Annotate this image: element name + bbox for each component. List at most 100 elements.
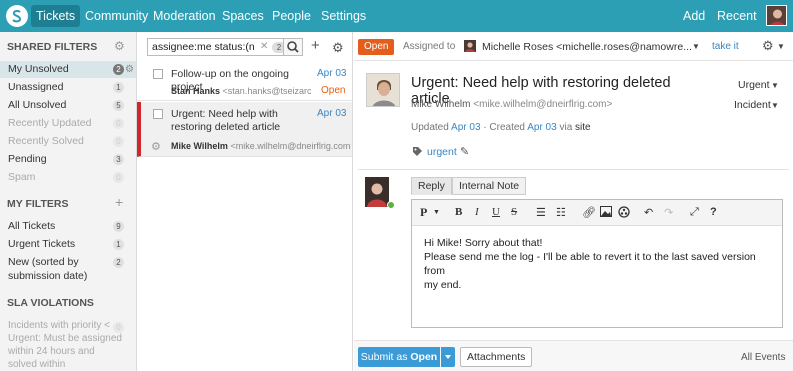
tab-internal-note[interactable]: Internal Note xyxy=(452,177,527,195)
requester-name[interactable]: Mike Wilhelm xyxy=(411,99,470,110)
filter-label: My Unsolved xyxy=(8,63,69,75)
ticket-menu-dropdown-icon[interactable]: ▼ xyxy=(777,42,785,51)
redo-icon[interactable]: ↷ xyxy=(664,206,673,219)
link-icon[interactable]: 🔗︎ xyxy=(582,206,596,219)
row-checkbox[interactable] xyxy=(153,69,163,79)
my-filters-heading: MY FILTERS xyxy=(7,198,69,210)
image-icon[interactable] xyxy=(600,206,612,220)
filter-count: 1 xyxy=(113,239,124,250)
priority-select[interactable]: Urgent xyxy=(738,79,770,91)
strikethrough-icon[interactable]: S xyxy=(511,206,517,218)
shared-filters-gear-icon[interactable]: ⚙ xyxy=(114,39,125,53)
search-input[interactable] xyxy=(152,40,257,54)
filter-count: 2 xyxy=(113,64,124,75)
ticket-date: Apr 03 xyxy=(317,68,347,79)
tab-reply[interactable]: Reply xyxy=(411,177,452,195)
created-date[interactable]: Apr 03 xyxy=(527,122,556,133)
nav-moderation[interactable]: Moderation xyxy=(153,0,216,32)
search-button[interactable] xyxy=(283,38,303,56)
tag-urgent[interactable]: urgent xyxy=(427,146,457,158)
ticket-list-panel: ✕ 2 + ⚙ Follow-up on the ongoing project… xyxy=(137,32,353,371)
filter-label: Spam xyxy=(8,171,36,183)
table-row-selected[interactable]: Urgent: Need help with restoring deleted… xyxy=(137,102,352,157)
all-events-link[interactable]: All Events xyxy=(741,352,785,363)
shared-filters-heading: SHARED FILTERS xyxy=(7,41,98,53)
assignee-dropdown-icon[interactable]: ▼ xyxy=(692,42,700,51)
filter-pending[interactable]: Pending 3 xyxy=(0,151,136,168)
nav-spaces[interactable]: Spaces xyxy=(222,0,264,32)
via-label: via xyxy=(559,122,573,133)
sla-filter-description[interactable]: Incidents with priority < Urgent: Must b… xyxy=(8,319,126,371)
nav-recent[interactable]: Recent xyxy=(717,0,757,32)
filter-unassigned[interactable]: Unassigned 1 xyxy=(0,79,136,96)
status-badge[interactable]: Open xyxy=(358,39,395,55)
assignee-select[interactable]: Michelle Roses <michelle.roses@namowre..… xyxy=(482,41,692,53)
italic-icon[interactable]: I xyxy=(475,206,479,218)
nav-settings[interactable]: Settings xyxy=(321,0,366,32)
undo-icon[interactable]: ↶ xyxy=(644,206,653,219)
user-avatar[interactable] xyxy=(766,5,787,26)
reply-line: Please send me the log - I'll be able to… xyxy=(424,251,756,277)
ticket-gear-icon[interactable]: ⚙ xyxy=(762,38,774,54)
ticket-title[interactable]: Urgent: Need help with restoring deleted… xyxy=(171,108,311,134)
updated-date[interactable]: Apr 03 xyxy=(451,122,480,133)
reply-text[interactable]: Hi Mike! Sorry about that! Please send m… xyxy=(424,236,774,292)
format-dropdown-icon[interactable]: ▼ xyxy=(433,209,440,216)
fullscreen-icon[interactable]: ⤢ xyxy=(690,206,699,219)
paragraph-format-icon[interactable]: P xyxy=(420,205,427,220)
clear-search-icon[interactable]: ✕ xyxy=(260,41,268,52)
edit-tags-pencil-icon[interactable]: ✎ xyxy=(460,145,469,158)
filter-recently-solved[interactable]: Recently Solved 0 xyxy=(0,133,136,150)
numbered-list-icon[interactable]: ☷ xyxy=(556,206,566,219)
nav-tickets[interactable]: Tickets xyxy=(31,5,81,27)
ticket-requester: Stan Hanks <stan.hanks@tseizarcg... xyxy=(171,86,311,96)
filter-my-unsolved[interactable]: My Unsolved 2 ⚙ xyxy=(0,61,136,78)
table-row[interactable]: Follow-up on the ongoing project Apr 03 … xyxy=(137,63,352,101)
filter-count: 0 xyxy=(113,136,124,147)
nav-community[interactable]: Community xyxy=(85,0,148,32)
type-dropdown-icon[interactable]: ▼ xyxy=(771,101,779,110)
priority-dropdown-icon[interactable]: ▼ xyxy=(771,81,779,90)
filter-recently-updated[interactable]: Recently Updated 0 xyxy=(0,115,136,132)
filter-count: 3 xyxy=(113,154,124,165)
submit-label: Submit as xyxy=(360,351,408,363)
underline-icon[interactable]: U xyxy=(492,206,500,218)
row-gear-icon[interactable]: ⚙ xyxy=(151,140,161,153)
reply-editor[interactable]: P ▼ B I U S ☰ ☷ 🔗︎ ↶ ↷ ⤢ ? Hi Mike! Sorr… xyxy=(411,199,783,328)
filter-count: 9 xyxy=(113,221,124,232)
filter-urgent-tickets[interactable]: Urgent Tickets 1 xyxy=(0,236,136,253)
add-ticket-plus-icon[interactable]: + xyxy=(311,37,320,54)
filter-label: All Unsolved xyxy=(8,99,67,111)
gear-icon[interactable]: ⚙ xyxy=(125,61,134,78)
list-settings-gear-icon[interactable]: ⚙ xyxy=(332,40,344,56)
submit-dropdown-icon[interactable] xyxy=(441,347,455,367)
reply-line: my end. xyxy=(424,279,462,291)
add-filter-plus-icon[interactable]: + xyxy=(115,194,123,210)
filter-new-sorted[interactable]: New (sorted by submission date) 2 xyxy=(0,254,136,284)
submit-button[interactable]: Submit as Open xyxy=(358,347,440,367)
requester-avatar[interactable] xyxy=(366,73,400,107)
sla-violations-heading: SLA VIOLATIONS xyxy=(7,297,94,309)
ticket-requester: Mike Wilhelm <mike.wilhelm@dneirflrig.co… xyxy=(171,141,351,151)
filter-spam[interactable]: Spam 0 xyxy=(0,169,136,186)
filter-all-unsolved[interactable]: All Unsolved 5 xyxy=(0,97,136,114)
updated-label: Updated xyxy=(411,122,449,133)
app-logo-icon[interactable] xyxy=(6,5,28,27)
row-checkbox[interactable] xyxy=(153,109,163,119)
bullet-list-icon[interactable]: ☰ xyxy=(536,206,546,219)
filter-all-tickets[interactable]: All Tickets 9 xyxy=(0,218,136,235)
bold-icon[interactable]: B xyxy=(455,206,462,218)
editor-toolbar: P ▼ B I U S ☰ ☷ 🔗︎ ↶ ↷ ⤢ ? xyxy=(412,200,782,226)
nav-add[interactable]: Add xyxy=(683,0,705,32)
online-status-dot xyxy=(387,201,395,209)
created-label: · Created xyxy=(483,122,525,133)
media-icon[interactable] xyxy=(618,206,630,221)
take-it-link[interactable]: take it xyxy=(712,41,739,52)
attachments-button[interactable]: Attachments xyxy=(460,347,533,367)
ticket-type-select[interactable]: Incident xyxy=(734,99,771,111)
help-icon[interactable]: ? xyxy=(710,206,717,218)
filter-label-line2: submission date) xyxy=(8,270,88,282)
divider xyxy=(358,169,789,170)
nav-people[interactable]: People xyxy=(272,0,311,32)
filter-label: Recently Updated xyxy=(8,117,92,129)
